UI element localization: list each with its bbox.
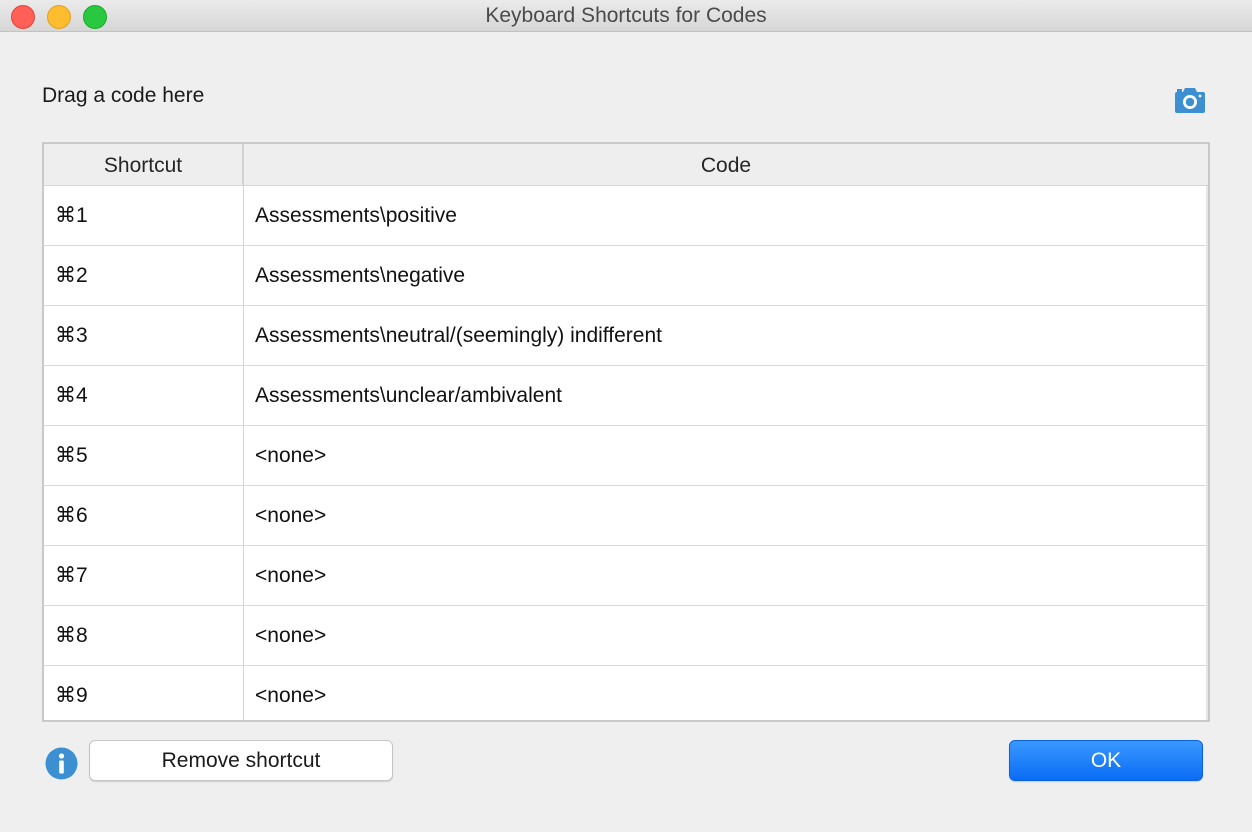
table-row[interactable]: ⌘9 <none>	[44, 666, 1206, 720]
shortcut-cell: ⌘6	[44, 486, 244, 546]
info-icon[interactable]	[45, 747, 78, 780]
table-row[interactable]: ⌘6 <none>	[44, 486, 1206, 546]
shortcuts-dialog: Keyboard Shortcuts for Codes Drag a code…	[0, 0, 1252, 832]
shortcut-cell: ⌘4	[44, 366, 244, 426]
table-row[interactable]: ⌘8 <none>	[44, 606, 1206, 666]
table-scroll-edge	[1206, 186, 1208, 720]
table-row[interactable]: ⌘1 Assessments\positive	[44, 186, 1206, 246]
remove-shortcut-button[interactable]: Remove shortcut	[89, 740, 393, 781]
code-cell[interactable]: <none>	[244, 486, 1206, 546]
table-row[interactable]: ⌘7 <none>	[44, 546, 1206, 606]
code-cell[interactable]: Assessments\negative	[244, 246, 1206, 306]
code-cell[interactable]: Assessments\positive	[244, 186, 1206, 246]
camera-icon[interactable]	[1174, 86, 1206, 114]
shortcut-cell: ⌘2	[44, 246, 244, 306]
column-header-shortcut[interactable]: Shortcut	[44, 144, 244, 186]
window-title: Keyboard Shortcuts for Codes	[485, 4, 767, 27]
table-row[interactable]: ⌘2 Assessments\negative	[44, 246, 1206, 306]
shortcut-cell: ⌘9	[44, 666, 244, 720]
drag-code-target-label[interactable]: Drag a code here	[42, 84, 204, 108]
table-header: Shortcut Code	[44, 144, 1208, 186]
shortcut-cell: ⌘3	[44, 306, 244, 366]
shortcut-cell: ⌘1	[44, 186, 244, 246]
shortcut-cell: ⌘8	[44, 606, 244, 666]
code-cell[interactable]: <none>	[244, 426, 1206, 486]
column-header-code[interactable]: Code	[244, 144, 1208, 186]
code-cell[interactable]: <none>	[244, 546, 1206, 606]
title-bar: Keyboard Shortcuts for Codes	[0, 0, 1252, 32]
code-cell[interactable]: Assessments\neutral/(seemingly) indiffer…	[244, 306, 1206, 366]
table-row[interactable]: ⌘4 Assessments\unclear/ambivalent	[44, 366, 1206, 426]
shortcut-cell: ⌘7	[44, 546, 244, 606]
shortcuts-table: Shortcut Code ⌘1 Assessments\positive ⌘2…	[42, 142, 1210, 722]
code-cell[interactable]: <none>	[244, 666, 1206, 720]
code-cell[interactable]: Assessments\unclear/ambivalent	[244, 366, 1206, 426]
table-row[interactable]: ⌘5 <none>	[44, 426, 1206, 486]
table-row[interactable]: ⌘3 Assessments\neutral/(seemingly) indif…	[44, 306, 1206, 366]
table-body: ⌘1 Assessments\positive ⌘2 Assessments\n…	[44, 186, 1208, 720]
code-cell[interactable]: <none>	[244, 606, 1206, 666]
ok-button[interactable]: OK	[1009, 740, 1203, 781]
shortcut-cell: ⌘5	[44, 426, 244, 486]
